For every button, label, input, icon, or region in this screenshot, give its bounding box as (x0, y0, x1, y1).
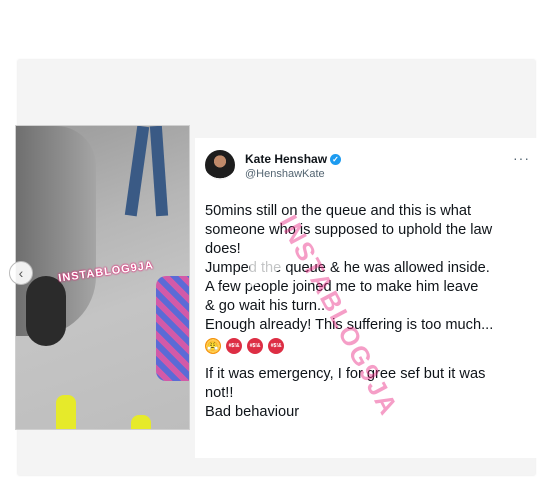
tweet-line: & go wait his turn.. (205, 298, 326, 314)
cursing-face-icon: #$!& (226, 338, 243, 355)
avatar[interactable] (205, 150, 235, 180)
user-handle[interactable]: @HenshawKate (245, 168, 325, 180)
tyre-image (26, 276, 66, 346)
robe-image (156, 276, 189, 381)
previous-slide-button[interactable]: ‹ (9, 261, 33, 285)
person-legs-image (124, 126, 171, 226)
yellow-shoe-image (56, 395, 76, 429)
display-name-text: Kate Henshaw (245, 152, 328, 166)
leg-left (124, 126, 150, 217)
angry-face-icon: 😤 (205, 338, 221, 355)
tweet-line: Enough already! This suffering is too mu… (205, 317, 494, 333)
yellow-shoe-image-2 (131, 415, 151, 429)
more-options-icon[interactable]: ··· (513, 150, 530, 166)
cursing-face-icon: #$!& (268, 338, 285, 355)
leg-right (149, 126, 169, 217)
tweet-card: Kate Henshaw ✓ @HenshawKate ··· 50mins st… (195, 138, 540, 458)
cursing-face-icon: #$!& (247, 338, 264, 355)
tweet-line: 50mins still on the queue and this is wh… (205, 203, 472, 219)
display-name[interactable]: Kate Henshaw ✓ (245, 152, 342, 166)
play-icon[interactable] (250, 236, 292, 288)
verified-badge-icon: ✓ (330, 154, 342, 165)
video-thumbnail[interactable]: INSTABLOG9JA (15, 125, 190, 430)
